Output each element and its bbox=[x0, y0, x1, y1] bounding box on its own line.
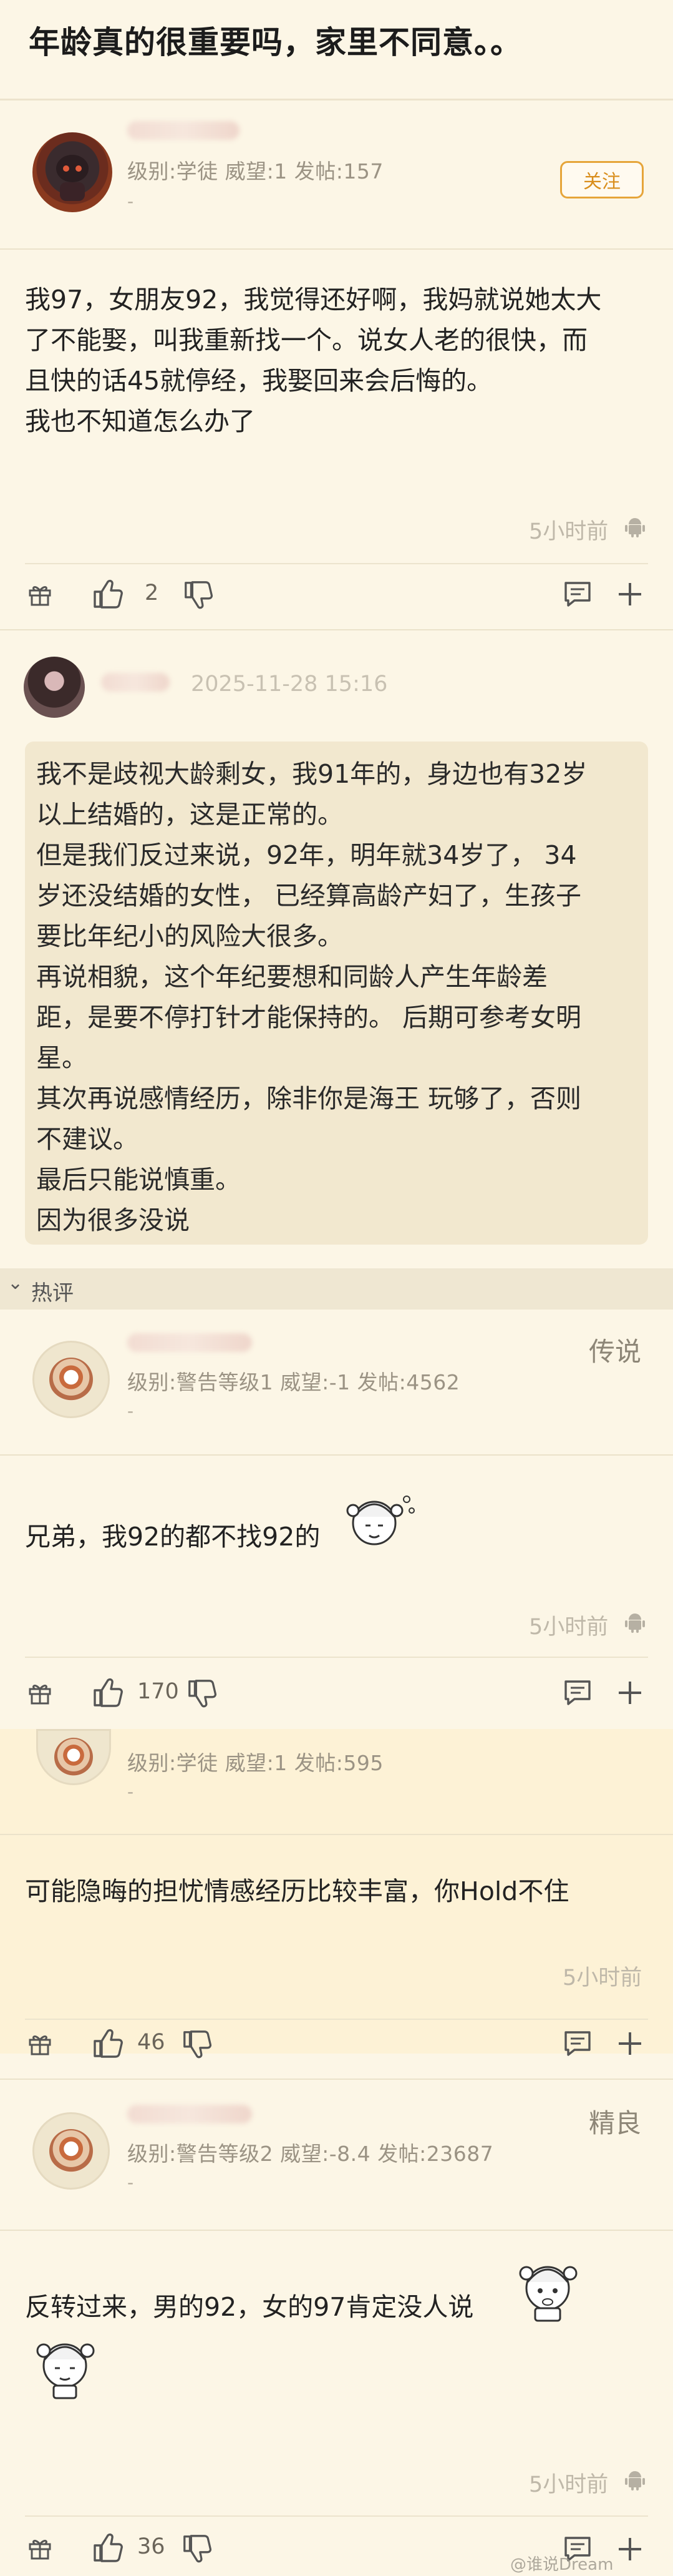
user-meta: 级别:警告等级1 威望:-1 发帖:4562 bbox=[127, 1370, 460, 1394]
comment-time: 5小时前 bbox=[529, 1615, 609, 1640]
user-signature: - bbox=[127, 1781, 134, 1802]
like-count: 170 bbox=[137, 1679, 179, 1704]
divider bbox=[0, 2079, 673, 2080]
plus-icon[interactable] bbox=[617, 582, 642, 607]
quote-line: 不建议。 bbox=[36, 1124, 138, 1154]
quote-line: 星。 bbox=[36, 1043, 87, 1073]
user-signature: - bbox=[127, 2172, 134, 2193]
user-meta: 级别:学徒 威望:1 发帖:595 bbox=[127, 1751, 384, 1775]
username[interactable] bbox=[127, 2105, 252, 2123]
chevron-down-icon: ⌄ bbox=[7, 1272, 24, 1294]
quote-line: 我不是歧视大龄剩女，我91年的，身边也有32岁 bbox=[36, 759, 588, 789]
thumbs-up-icon[interactable] bbox=[91, 577, 125, 610]
user-signature: - bbox=[127, 1401, 134, 1421]
username[interactable] bbox=[127, 121, 240, 140]
comment-icon[interactable] bbox=[563, 1679, 592, 1707]
user-meta: 级别:学徒 威望:1 发帖:157 bbox=[127, 159, 384, 184]
sticker-image bbox=[346, 1496, 415, 1545]
thumbs-down-icon[interactable] bbox=[186, 1678, 218, 1710]
gift-icon[interactable] bbox=[26, 2534, 54, 2562]
like-count: 46 bbox=[137, 2030, 165, 2055]
thumbs-up-icon[interactable] bbox=[91, 2530, 125, 2564]
avatar[interactable] bbox=[32, 132, 112, 212]
hot-comments-label: 热评 bbox=[31, 1281, 74, 1306]
hot-comments-header[interactable]: ⌄ 热评 bbox=[0, 1268, 673, 1310]
divider bbox=[0, 1834, 673, 1835]
like-count: 36 bbox=[137, 2534, 165, 2559]
comment-text: 可能隐晦的担忧情感经历比较丰富，你Hold不住 bbox=[25, 1876, 569, 1906]
android-icon bbox=[625, 518, 645, 537]
username[interactable] bbox=[127, 1333, 252, 1352]
avatar[interactable] bbox=[24, 657, 85, 718]
comment-icon[interactable] bbox=[563, 580, 592, 608]
divider bbox=[25, 563, 648, 564]
thumbs-up-icon[interactable] bbox=[91, 2026, 125, 2060]
gift-icon[interactable] bbox=[26, 2030, 54, 2057]
post-line: 我97，女朋友92，我觉得还好啊，我妈就说她太大 bbox=[25, 285, 602, 315]
rank-tag: 传说 bbox=[589, 1336, 642, 1367]
watermark: @谁说Dream bbox=[510, 2555, 614, 2574]
post-line: 且快的话45就停经，我娶回来会后悔的。 bbox=[25, 366, 493, 396]
divider bbox=[0, 99, 673, 100]
avatar[interactable] bbox=[32, 2112, 110, 2190]
android-icon bbox=[625, 1614, 645, 1633]
post-line: 我也不知道怎么办了 bbox=[25, 406, 255, 436]
user-meta: 级别:警告等级2 威望:-8.4 发帖:23687 bbox=[127, 2142, 494, 2166]
divider bbox=[0, 248, 673, 250]
thumbs-up-icon[interactable] bbox=[91, 1675, 125, 1709]
quote-line: 距，是要不停打针才能保持的。 后期可参考女明 bbox=[36, 1002, 582, 1032]
username[interactable] bbox=[101, 673, 170, 692]
quote-line: 岁还没结婚的女性， 已经算高龄产妇了，生孩子 bbox=[36, 881, 582, 911]
comment-time: 5小时前 bbox=[529, 2472, 609, 2497]
android-icon bbox=[625, 2471, 645, 2490]
divider bbox=[25, 2515, 648, 2517]
comment-icon[interactable] bbox=[563, 2030, 592, 2057]
plus-icon[interactable] bbox=[617, 2031, 642, 2056]
comment-time: 5小时前 bbox=[563, 1966, 642, 1991]
divider bbox=[25, 1657, 648, 1658]
quote-line: 最后只能说慎重。 bbox=[36, 1165, 241, 1195]
comment-text: 兄弟，我92的都不找92的 bbox=[25, 1522, 321, 1552]
avatar[interactable] bbox=[32, 1341, 110, 1418]
reply-date: 2025-11-28 15:16 bbox=[191, 672, 388, 697]
avatar-image bbox=[56, 155, 89, 201]
quote-line: 再说相貌，这个年纪要想和同龄人产生年龄差 bbox=[36, 962, 548, 992]
comment-text: 反转过来，男的92，女的97肯定没人说 bbox=[25, 2292, 474, 2322]
post-line: 了不能娶，叫我重新找一个。说女人老的很快，而 bbox=[25, 325, 588, 355]
thread-title: 年龄真的很重要吗，家里不同意。。 bbox=[29, 24, 522, 61]
thumbs-down-icon[interactable] bbox=[181, 2029, 213, 2061]
plus-icon[interactable] bbox=[617, 2537, 642, 2562]
thumbs-down-icon[interactable] bbox=[181, 2533, 213, 2565]
quoted-reply: 我不是歧视大龄剩女，我91年的，身边也有32岁 以上结婚的，这是正常的。 但是我… bbox=[25, 742, 648, 1245]
divider bbox=[25, 2019, 648, 2020]
plus-icon[interactable] bbox=[617, 1680, 642, 1705]
sticker-image bbox=[36, 2343, 95, 2399]
gift-icon[interactable] bbox=[26, 1679, 54, 1707]
quote-line: 以上结婚的，这是正常的。 bbox=[36, 800, 343, 830]
quote-line: 其次再说感情经历，除非你是海王 玩够了，否则 bbox=[36, 1084, 582, 1114]
follow-button[interactable]: 关注 bbox=[560, 161, 644, 198]
sticker-image bbox=[519, 2266, 578, 2322]
post-time: 5小时前 bbox=[529, 519, 609, 544]
post-body: 我97，女朋友92，我觉得还好啊，我妈就说她太大 了不能娶，叫我重新找一个。说女… bbox=[25, 280, 649, 442]
rank-tag: 精良 bbox=[589, 2108, 642, 2138]
quote-line: 但是我们反过来说，92年，明年就34岁了， 34 bbox=[36, 840, 577, 870]
divider bbox=[0, 2230, 673, 2231]
like-count: 2 bbox=[145, 580, 159, 605]
quote-line: 要比年纪小的风险大很多。 bbox=[36, 921, 343, 951]
divider bbox=[0, 1454, 673, 1456]
divider bbox=[0, 629, 673, 630]
quote-line: 因为很多没说 bbox=[36, 1205, 190, 1235]
gift-icon[interactable] bbox=[26, 580, 54, 608]
thumbs-down-icon[interactable] bbox=[182, 579, 215, 612]
user-signature: - bbox=[127, 191, 134, 212]
